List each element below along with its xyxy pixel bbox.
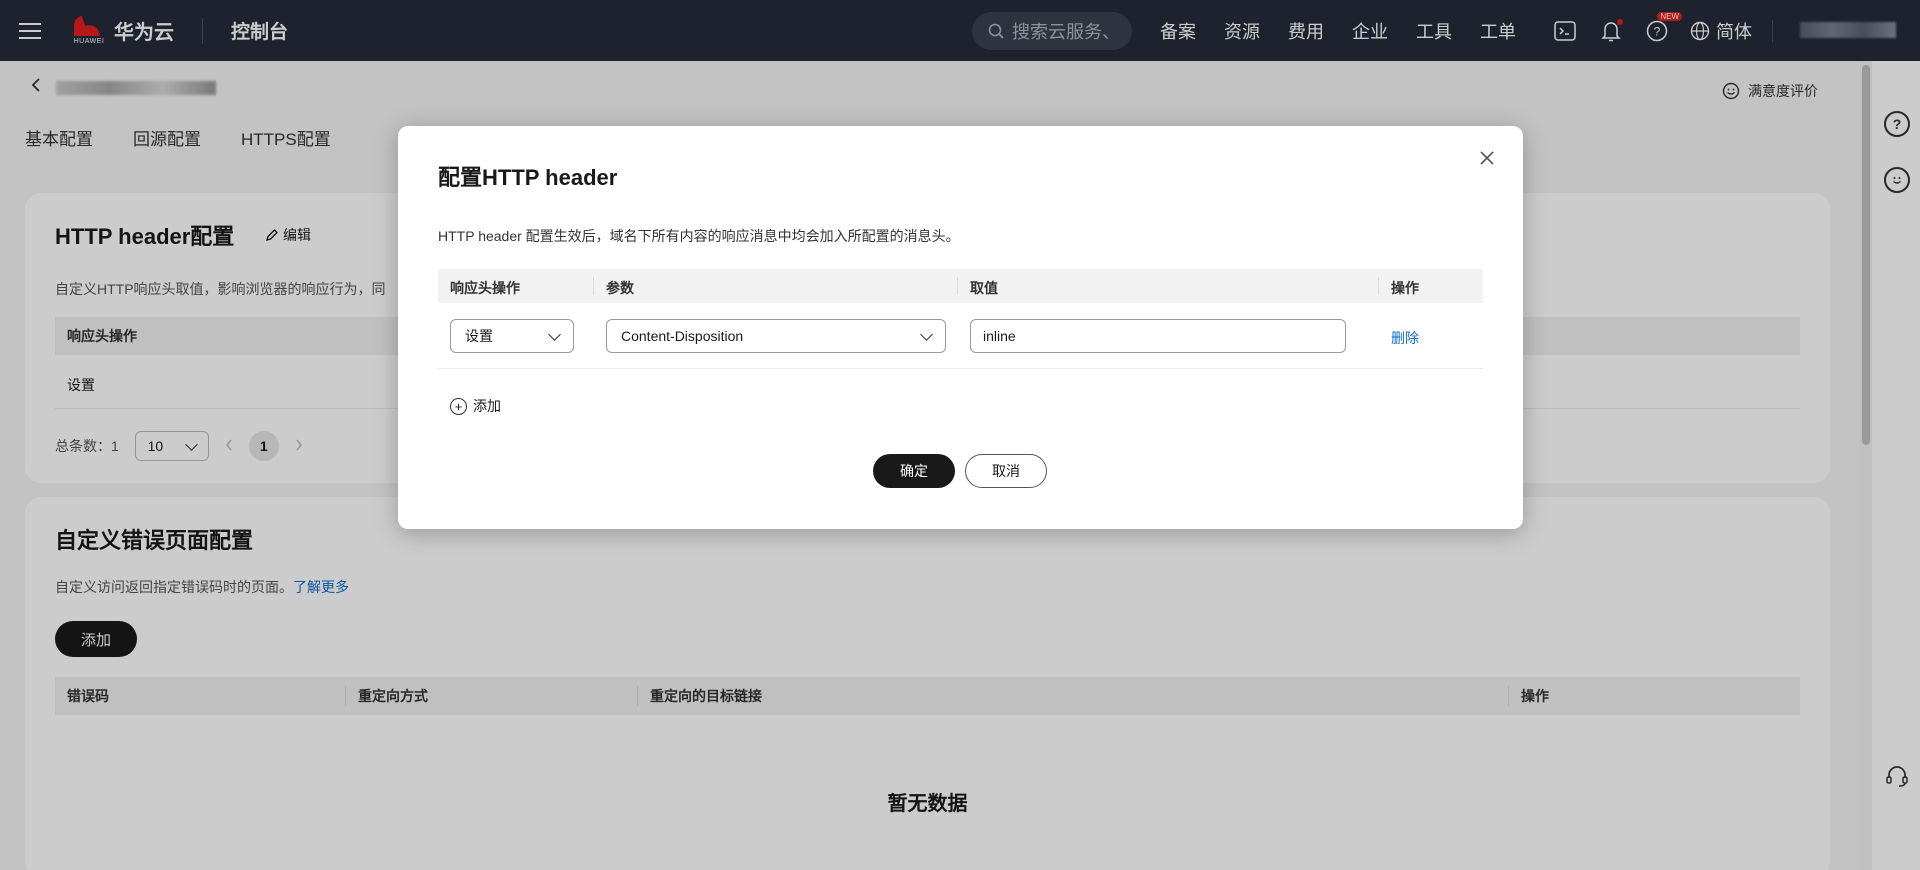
add-label: 添加: [473, 398, 501, 414]
close-icon[interactable]: [1475, 146, 1499, 170]
value-input[interactable]: inline: [970, 319, 1346, 353]
plus-circle-icon: +: [450, 397, 467, 415]
operation-value: 设置: [465, 328, 493, 344]
column-header: 参数: [606, 280, 634, 296]
param-select[interactable]: Content-Disposition: [606, 319, 946, 353]
chevron-down-icon: [548, 327, 561, 341]
param-value: Content-Disposition: [621, 328, 744, 344]
header-config-row: 设置 Content-Disposition inline 删除: [438, 303, 1483, 369]
dialog-table-header: 响应头操作 参数 取值 操作: [438, 269, 1483, 303]
config-http-header-dialog: 配置HTTP header HTTP header 配置生效后，域名下所有内容的…: [398, 126, 1523, 529]
chevron-down-icon: [920, 327, 933, 341]
confirm-button[interactable]: 确定: [873, 454, 955, 488]
column-header: 响应头操作: [450, 280, 520, 296]
column-header: 取值: [970, 280, 998, 296]
delete-link[interactable]: 删除: [1391, 328, 1419, 348]
cancel-button[interactable]: 取消: [965, 454, 1047, 488]
column-header: 操作: [1391, 280, 1419, 296]
operation-select[interactable]: 设置: [450, 319, 574, 353]
add-row-button[interactable]: + 添加: [450, 396, 501, 416]
dialog-description: HTTP header 配置生效后，域名下所有内容的响应消息中均会加入所配置的消…: [438, 228, 960, 244]
dialog-title: 配置HTTP header: [438, 165, 618, 190]
